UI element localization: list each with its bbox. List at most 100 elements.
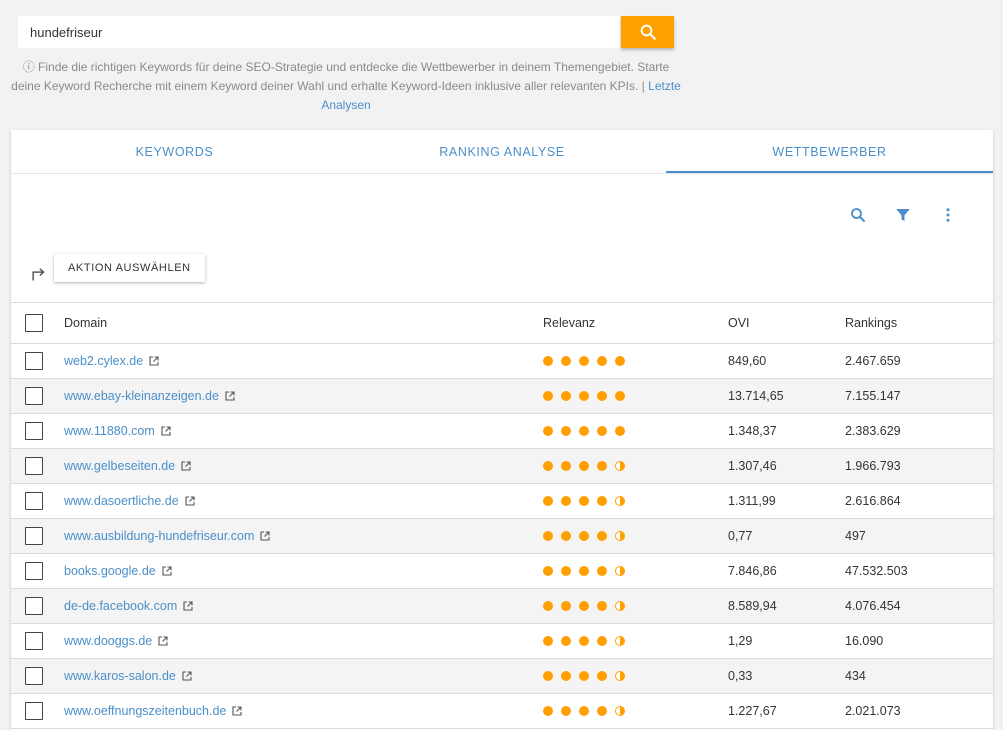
relevance-cell [543,659,625,693]
full-dot-icon [615,391,625,401]
relevance-cell [543,449,625,483]
row-checkbox[interactable] [25,457,43,475]
table-header-row: Domain Relevanz OVI Rankings [11,302,993,344]
table-row: web2.cylex.de 849,60 2.467.659 [11,344,993,379]
full-dot-icon [615,426,625,436]
filter-icon[interactable] [892,204,914,226]
domain-cell: www.11880.com [64,414,172,448]
table-row: www.dasoertliche.de 1.311,99 2.616.864 [11,484,993,519]
external-link-icon[interactable] [182,600,194,612]
external-link-icon[interactable] [259,530,271,542]
header-ovi[interactable]: OVI [728,303,750,343]
relevance-rating [543,356,625,366]
tab-wettbewerber[interactable]: WETTBEWERBER [666,130,993,173]
external-link-icon[interactable] [161,565,173,577]
full-dot-icon [543,426,553,436]
domain-link[interactable]: www.ebay-kleinanzeigen.de [64,389,219,403]
full-dot-icon [543,566,553,576]
external-link-icon[interactable] [181,670,193,682]
rankings-cell: 497 [845,529,866,543]
ovi-cell: 1.311,99 [728,494,776,508]
external-link-icon[interactable] [148,355,160,367]
domain-link[interactable]: books.google.de [64,564,156,578]
domain-link[interactable]: www.gelbeseiten.de [64,459,175,473]
domain-cell: www.gelbeseiten.de [64,449,192,483]
table-row: de-de.facebook.com 8.589,94 4.076.454 [11,589,993,624]
full-dot-icon [561,706,571,716]
full-dot-icon [543,391,553,401]
row-checkbox[interactable] [25,527,43,545]
relevance-cell [543,589,625,623]
full-dot-icon [543,636,553,646]
relevance-rating [543,671,625,681]
ovi-cell: 1.227,67 [728,704,777,718]
half-dot-icon [615,601,625,611]
row-checkbox[interactable] [25,492,43,510]
half-dot-icon [615,531,625,541]
search-bar [18,16,674,48]
full-dot-icon [561,391,571,401]
domain-link[interactable]: www.dooggs.de [64,634,152,648]
full-dot-icon [561,531,571,541]
header-relevance[interactable]: Relevanz [543,303,595,343]
search-button[interactable] [621,16,674,48]
full-dot-icon [561,671,571,681]
external-link-icon[interactable] [224,390,236,402]
rankings-cell: 47.532.503 [845,564,908,578]
relevance-rating [543,636,625,646]
external-link-icon[interactable] [157,635,169,647]
relevance-rating [543,496,625,506]
relevance-cell [543,624,625,658]
results-card: KEYWORDS RANKING ANALYSE WETTBEWERBER AK… [11,130,993,730]
full-dot-icon [543,706,553,716]
domain-link[interactable]: www.dasoertliche.de [64,494,179,508]
full-dot-icon [543,496,553,506]
row-checkbox[interactable] [25,597,43,615]
table-search-icon[interactable] [847,204,869,226]
relevance-rating [543,706,625,716]
domain-link[interactable]: www.ausbildung-hundefriseur.com [64,529,254,543]
ovi-cell: 8.589,94 [728,599,777,613]
relevance-cell [543,344,625,378]
domain-cell: web2.cylex.de [64,344,160,378]
competitor-table: Domain Relevanz OVI Rankings web2.cylex.… [11,302,993,729]
domain-link[interactable]: www.oeffnungszeitenbuch.de [64,704,226,718]
select-all-checkbox[interactable] [25,314,43,332]
relevance-cell [543,484,625,518]
external-link-icon[interactable] [231,705,243,717]
full-dot-icon [597,706,607,716]
select-action-button[interactable]: AKTION AUSWÄHLEN [54,254,205,282]
ovi-cell: 0,33 [728,669,753,683]
full-dot-icon [579,461,589,471]
relevance-rating [543,566,625,576]
external-link-icon[interactable] [184,495,196,507]
table-row: www.ausbildung-hundefriseur.com 0,77 497 [11,519,993,554]
row-checkbox[interactable] [25,632,43,650]
table-row: www.dooggs.de 1,29 16.090 [11,624,993,659]
header-rankings[interactable]: Rankings [845,303,897,343]
external-link-icon[interactable] [180,460,192,472]
relevance-rating [543,391,625,401]
full-dot-icon [597,566,607,576]
info-description: Finde die richtigen Keywords für deine S… [11,60,670,93]
row-checkbox[interactable] [25,562,43,580]
row-checkbox[interactable] [25,422,43,440]
domain-link[interactable]: web2.cylex.de [64,354,143,368]
external-link-icon[interactable] [160,425,172,437]
row-checkbox[interactable] [25,702,43,720]
more-options-icon[interactable] [937,204,959,226]
row-checkbox[interactable] [25,667,43,685]
tab-keywords[interactable]: KEYWORDS [11,130,338,173]
domain-cell: books.google.de [64,554,173,588]
full-dot-icon [579,496,589,506]
ovi-cell: 849,60 [728,354,767,368]
tab-ranking-analyse[interactable]: RANKING ANALYSE [338,130,666,173]
domain-link[interactable]: www.karos-salon.de [64,669,176,683]
row-checkbox[interactable] [25,387,43,405]
search-input[interactable] [18,16,620,48]
header-domain[interactable]: Domain [64,303,107,343]
full-dot-icon [561,461,571,471]
row-checkbox[interactable] [25,352,43,370]
domain-link[interactable]: www.11880.com [64,424,155,438]
domain-link[interactable]: de-de.facebook.com [64,599,177,613]
